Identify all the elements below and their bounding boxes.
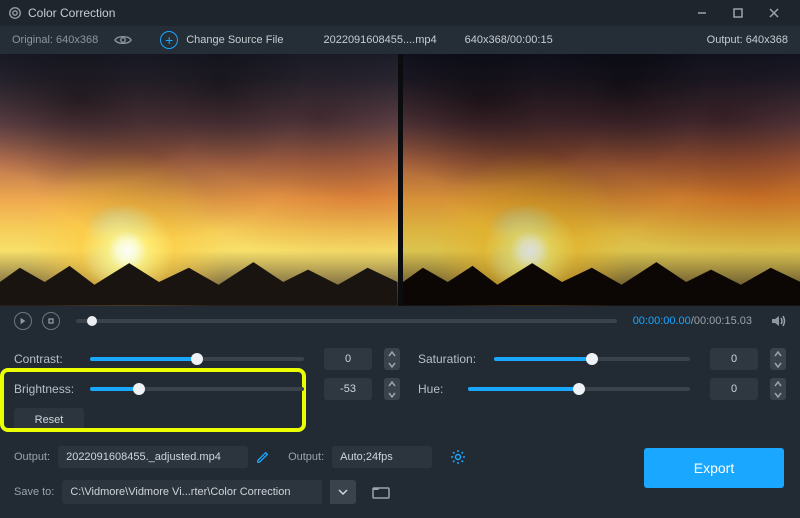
output-format: Auto;24fps [332, 446, 432, 468]
preview-adjusted [402, 54, 800, 306]
chevron-down-icon[interactable] [770, 389, 786, 400]
output-filename: 2022091608455._adjusted.mp4 [58, 446, 248, 468]
save-to-label: Save to: [14, 486, 54, 498]
window-title: Color Correction [28, 6, 115, 20]
saturation-value[interactable]: 0 [710, 348, 758, 370]
chevron-up-icon[interactable] [384, 378, 400, 389]
export-button[interactable]: Export [644, 448, 784, 488]
saturation-slider[interactable] [494, 357, 690, 361]
pencil-icon[interactable] [256, 450, 270, 464]
timecode: 00:00:00.00/00:00:15.03 [633, 315, 752, 327]
output-file-label: Output: [14, 451, 50, 463]
save-path: C:\Vidmore\Vidmore Vi...rter\Color Corre… [62, 480, 322, 504]
chevron-up-icon[interactable] [384, 348, 400, 359]
preview-original [0, 54, 398, 306]
source-filename: 2022091608455....mp4 [323, 34, 436, 46]
chevron-down-icon[interactable] [384, 389, 400, 400]
app-icon [8, 6, 22, 20]
volume-icon[interactable] [770, 313, 786, 329]
contrast-value[interactable]: 0 [324, 348, 372, 370]
contrast-stepper[interactable] [384, 348, 400, 370]
output-format-label: Output: [288, 451, 324, 463]
chevron-up-icon[interactable] [770, 348, 786, 359]
original-dimensions-label: Original: 640x368 [12, 34, 98, 46]
duration: 00:00:15.03 [694, 315, 752, 327]
seek-slider[interactable] [76, 319, 617, 323]
chevron-down-icon[interactable] [384, 359, 400, 370]
save-path-dropdown[interactable] [330, 480, 356, 504]
gear-icon[interactable] [450, 449, 466, 465]
stop-button[interactable] [42, 312, 60, 330]
brightness-slider[interactable] [90, 387, 304, 391]
brightness-label: Brightness: [14, 382, 80, 396]
hue-value[interactable]: 0 [710, 378, 758, 400]
open-folder-icon[interactable] [370, 481, 392, 503]
brightness-value[interactable]: -53 [324, 378, 372, 400]
saturation-stepper[interactable] [770, 348, 786, 370]
eye-icon[interactable] [114, 33, 132, 47]
reset-button[interactable]: Reset [14, 408, 84, 432]
hue-label: Hue: [418, 382, 458, 396]
maximize-button[interactable] [720, 0, 756, 26]
minimize-button[interactable] [684, 0, 720, 26]
preview-area [0, 54, 800, 306]
hue-stepper[interactable] [770, 378, 786, 400]
source-meta: 640x368/00:00:15 [465, 34, 553, 46]
contrast-label: Contrast: [14, 352, 80, 366]
hue-slider[interactable] [468, 387, 690, 391]
change-source-button[interactable]: + Change Source File [160, 31, 283, 49]
plus-circle-icon: + [160, 31, 178, 49]
chevron-up-icon[interactable] [770, 378, 786, 389]
current-time: 00:00:00.00 [633, 315, 691, 327]
play-button[interactable] [14, 312, 32, 330]
saturation-label: Saturation: [418, 352, 484, 366]
brightness-stepper[interactable] [384, 378, 400, 400]
change-source-label: Change Source File [186, 34, 283, 46]
output-dimensions-label: Output: 640x368 [707, 34, 788, 46]
chevron-down-icon[interactable] [770, 359, 786, 370]
contrast-slider[interactable] [90, 357, 304, 361]
close-button[interactable] [756, 0, 792, 26]
